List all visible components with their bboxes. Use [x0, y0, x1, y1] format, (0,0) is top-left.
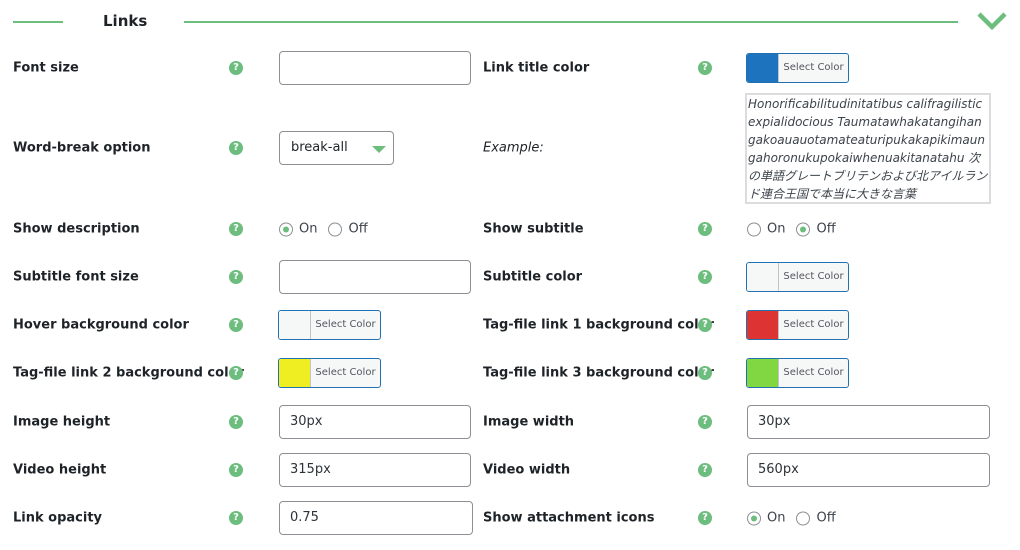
- color-swatch[interactable]: [747, 359, 779, 387]
- help-icon[interactable]: ?: [698, 318, 712, 332]
- help-icon[interactable]: ?: [698, 366, 712, 380]
- tag-file-link-1-background-color-color-picker[interactable]: Select Color: [746, 310, 849, 340]
- show-description-radio-group: On Off: [279, 222, 368, 237]
- show-attachment-icons-radio-group: On Off: [747, 511, 836, 526]
- radio-label-off[interactable]: Off: [816, 511, 835, 526]
- radio-label-off[interactable]: Off: [816, 222, 835, 237]
- image-height-input[interactable]: 30px: [279, 405, 471, 439]
- tag-file-link-3-background-color-label: Tag-file link 3 background color: [483, 365, 714, 381]
- subtitle-font-size-label: Subtitle font size: [13, 269, 139, 285]
- help-icon[interactable]: ?: [698, 61, 712, 75]
- link-title-color-label: Link title color: [483, 60, 590, 76]
- show-subtitle-label: Show subtitle: [483, 221, 584, 237]
- section-title: Links: [103, 12, 148, 30]
- help-icon[interactable]: ?: [229, 141, 243, 155]
- radio-off[interactable]: [328, 222, 343, 236]
- video-width-label: Video width: [483, 462, 571, 478]
- example-label: Example:: [483, 140, 544, 156]
- help-icon[interactable]: ?: [698, 463, 712, 477]
- subtitle-color-color-picker[interactable]: Select Color: [746, 262, 849, 292]
- video-height-label: Video height: [13, 462, 107, 478]
- radio-on[interactable]: [747, 511, 761, 525]
- color-swatch[interactable]: [747, 54, 779, 82]
- select-color-button[interactable]: Select Color: [779, 54, 848, 82]
- color-swatch[interactable]: [279, 311, 311, 339]
- image-height-label: Image height: [13, 414, 111, 430]
- tag-file-link-2-background-color-color-picker[interactable]: Select Color: [278, 358, 381, 388]
- subtitle-color-label: Subtitle color: [483, 269, 583, 285]
- tag-file-link-2-background-color-label: Tag-file link 2 background color: [13, 365, 244, 381]
- show-subtitle-radio-group: On Off: [747, 222, 836, 237]
- select-color-button[interactable]: Select Color: [311, 359, 380, 387]
- video-height-input[interactable]: 315px: [279, 453, 471, 487]
- radio-off[interactable]: [796, 511, 811, 525]
- font-size-label: Font size: [13, 60, 79, 76]
- help-icon[interactable]: ?: [229, 61, 243, 75]
- header-line-left: [13, 21, 63, 23]
- help-icon[interactable]: ?: [229, 270, 243, 284]
- help-icon[interactable]: ?: [698, 270, 712, 284]
- help-icon[interactable]: ?: [229, 366, 243, 380]
- tag-file-link-3-background-color-color-picker[interactable]: Select Color: [746, 358, 849, 388]
- header-line-right: [184, 21, 958, 23]
- radio-off[interactable]: [796, 222, 811, 236]
- help-icon[interactable]: ?: [698, 511, 712, 525]
- chevron-down-icon[interactable]: [976, 10, 1008, 32]
- help-icon[interactable]: ?: [229, 415, 243, 429]
- link-opacity-label: Link opacity: [13, 510, 103, 526]
- word-break-option-select[interactable]: break-all: [279, 131, 394, 165]
- select-color-button[interactable]: Select Color: [311, 311, 380, 339]
- color-swatch[interactable]: [747, 263, 779, 291]
- dropdown-arrow-icon: [372, 146, 386, 153]
- show-attachment-icons-label: Show attachment icons: [483, 510, 655, 526]
- show-description-label: Show description: [13, 221, 140, 237]
- color-swatch[interactable]: [279, 359, 311, 387]
- radio-label-on[interactable]: On: [299, 222, 317, 237]
- tag-file-link-1-background-color-label: Tag-file link 1 background color: [483, 317, 714, 333]
- link-opacity-input[interactable]: 0.75: [279, 501, 473, 535]
- image-width-input[interactable]: 30px: [747, 405, 990, 439]
- link-title-color-color-picker[interactable]: Select Color: [746, 53, 849, 83]
- word-break-option-value: break-all: [291, 140, 348, 155]
- select-color-button[interactable]: Select Color: [779, 263, 848, 291]
- video-width-input[interactable]: 560px: [747, 453, 990, 487]
- hover-background-color-color-picker[interactable]: Select Color: [278, 310, 381, 340]
- select-color-button[interactable]: Select Color: [779, 359, 848, 387]
- color-swatch[interactable]: [747, 311, 779, 339]
- subtitle-font-size-input[interactable]: [279, 260, 471, 294]
- image-width-label: Image width: [483, 414, 575, 430]
- help-icon[interactable]: ?: [229, 511, 243, 525]
- word-break-option-label: Word-break option: [13, 140, 151, 156]
- help-icon[interactable]: ?: [229, 318, 243, 332]
- help-icon[interactable]: ?: [698, 415, 712, 429]
- select-color-button[interactable]: Select Color: [779, 311, 848, 339]
- help-icon[interactable]: ?: [229, 222, 243, 236]
- hover-background-color-label: Hover background color: [13, 317, 189, 333]
- radio-on[interactable]: [279, 222, 293, 236]
- radio-label-off[interactable]: Off: [348, 222, 367, 237]
- radio-label-on[interactable]: On: [767, 511, 785, 526]
- font-size-input[interactable]: [279, 51, 471, 85]
- radio-label-on[interactable]: On: [767, 222, 785, 237]
- example-preview: Honorificabilitudinitatibus califragilis…: [745, 93, 991, 204]
- radio-on[interactable]: [747, 222, 761, 236]
- help-icon[interactable]: ?: [698, 222, 712, 236]
- help-icon[interactable]: ?: [229, 463, 243, 477]
